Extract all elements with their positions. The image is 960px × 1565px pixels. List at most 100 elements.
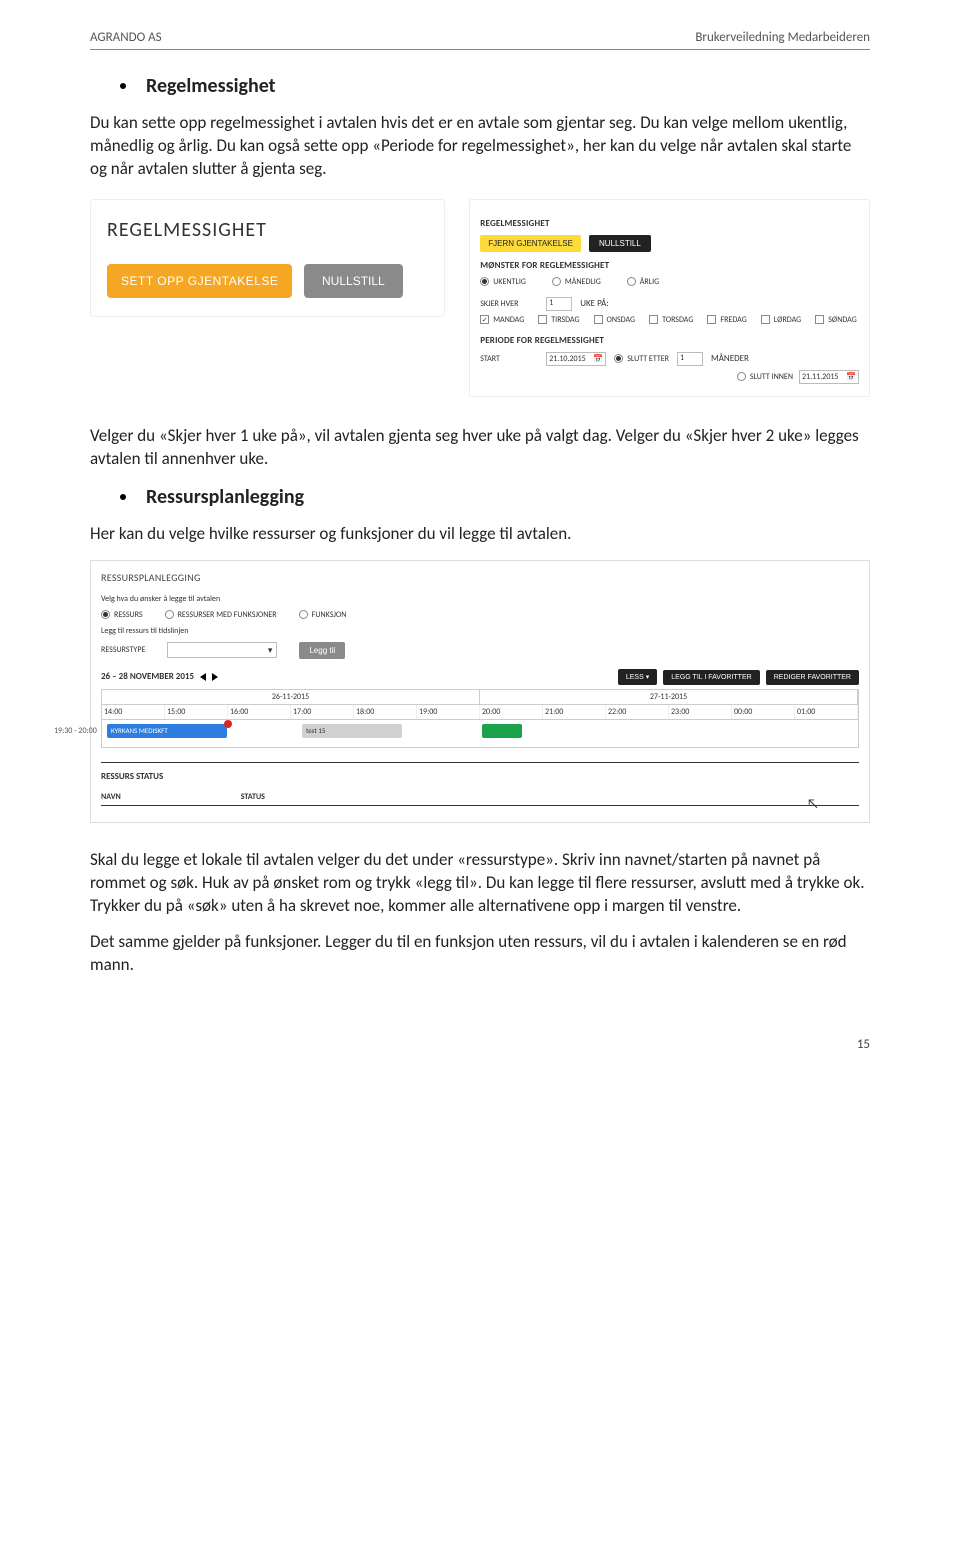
start-label: START [480,354,538,364]
radio-ressurs-func[interactable]: RESSURSER MED FUNKSJONER [165,610,277,620]
s2-para3: Det samme gjelder på funksjoner. Legger … [90,931,870,977]
resource-type-select[interactable]: ▾ [167,642,277,658]
radio-icon [299,610,308,619]
s1-para2: Velger du «Skjer hver 1 uke på», vil avt… [90,425,870,471]
radio-icon [737,372,746,381]
bullet-icon [120,83,126,89]
header-right: Brukerveiledning Medarbeideren [695,30,870,45]
day-mon[interactable]: ✓ MANDAG [480,315,524,325]
timeline-hour: 23:00 [669,705,732,719]
day-sat[interactable]: LØRDAG [761,315,801,325]
day-tue[interactable]: TIRSDAG [538,315,579,325]
end-unit-label: MÅNEDER [711,353,749,364]
radio-label: RESSURS [114,610,143,620]
radio-label: ÅRLIG [640,277,659,287]
checkbox-icon [707,315,716,324]
end-after-input[interactable]: 1 [677,352,703,366]
header-left: AGRANDO AS [90,30,162,45]
page-number: 15 [90,1037,870,1052]
edit-fav-button[interactable]: REDIGER FAVORITTER [766,670,859,685]
col-status: STATUS [241,792,265,802]
screenshot-regelmessighet-detail: REGELMESSIGHET FJERN GJENTAKELSE NULLSTI… [469,199,870,397]
reset-button-sm[interactable]: NULLSTILL [589,235,651,252]
section-title: Ressursplanlegging [146,485,304,509]
checkbox-icon: ✓ [480,315,489,324]
s2-para1: Her kan du velge hvilke ressurser og fun… [90,523,870,546]
timeline-hour: 20:00 [480,705,543,719]
pattern-label: MØNSTER FOR REGLEMESSIGHET [480,260,859,271]
calendar-icon: 📅 [593,354,603,364]
timeline-bar-blue[interactable]: KYRKANS MEDISKFT [107,724,227,738]
checkbox-icon [538,315,547,324]
chevron-right-icon[interactable] [212,673,218,681]
set-repeat-button[interactable]: SETT OPP GJENTAKELSE [107,264,292,298]
choose-what-label: Velg hva du ønsker å legge til avtalen [101,594,859,604]
radio-yearly[interactable]: ÅRLIG [627,277,659,287]
s1-para1: Du kan sette opp regelmessighet i avtale… [90,112,870,181]
date-value: 21.10.2015 [549,354,585,364]
add-fav-button[interactable]: LEGG TIL I FAVORITTER [663,670,759,685]
timeline-hour: 00:00 [732,705,795,719]
timeline-hour: 14:00 [102,705,165,719]
timeline-hour: 16:00 [228,705,291,719]
radio-funksjon[interactable]: FUNKSJON [299,610,347,620]
day-wed[interactable]: ONSDAG [594,315,636,325]
checkbox-icon [594,315,603,324]
radio-label: MÅNEDLIG [565,277,601,287]
radio-slutt-etter[interactable]: SLUTT ETTER [614,354,669,364]
reset-button[interactable]: NULLSTILL [304,264,403,298]
radio-label: SLUTT INNEN [750,372,793,382]
skjer-hver-label: SKJER HVER [480,299,538,309]
timeline-bar-green[interactable] [482,724,522,738]
date-range: 26 – 28 NOVEMBER 2015 [101,671,194,682]
timeline-hour: 15:00 [165,705,228,719]
calendar-icon: 📅 [846,372,856,382]
timeline-hour: 21:00 [543,705,606,719]
remove-repeat-button[interactable]: FJERN GJENTAKELSE [480,235,581,252]
day-label: MANDAG [493,315,524,325]
radio-weekly[interactable]: UKENTLIG [480,277,526,287]
timeline-bar-gray[interactable]: test 15 [302,724,402,738]
card1-title: REGELMESSIGHET [107,218,428,242]
timeline-hour: 18:00 [354,705,417,719]
radio-label: UKENTLIG [493,277,526,287]
add-button[interactable]: Legg til [299,642,345,659]
bullet-icon [120,494,126,500]
date-value: 21.11.2015 [802,372,838,382]
day-sun[interactable]: SØNDAG [815,315,857,325]
less-button[interactable]: LESS ▾ [618,669,657,685]
resource-type-label: RESSURSTYPE [101,645,145,655]
period-label: PERIODE FOR REGELMESSIGHET [480,335,859,346]
checkbox-icon [649,315,658,324]
radio-label: RESSURSER MED FUNKSJONER [178,610,277,620]
day-label: FREDAG [720,315,746,325]
section-ressursplanlegging-heading: Ressursplanlegging [120,485,870,509]
radio-icon [165,610,174,619]
radio-monthly[interactable]: MÅNEDLIG [552,277,601,287]
uke-paa-label: UKE PÅ: [580,298,608,309]
card2-title: REGELMESSIGHET [480,218,859,229]
checkbox-icon [815,315,824,324]
screenshot-regelmessighet-simple: REGELMESSIGHET SETT OPP GJENTAKELSE NULL… [90,199,445,317]
day-label: SØNDAG [828,315,857,325]
day-label: TORSDAG [662,315,693,325]
timeline-hour: 19:00 [417,705,480,719]
radio-icon [614,354,623,363]
checkbox-icon [761,315,770,324]
timeline-hour: 22:00 [606,705,669,719]
every-n-input[interactable]: 1 [546,297,572,311]
start-date-input[interactable]: 21.10.2015 📅 [546,352,606,366]
radio-icon [552,277,561,286]
timeline-hour: 17:00 [291,705,354,719]
day-thu[interactable]: TORSDAG [649,315,693,325]
day-label: ONSDAG [607,315,636,325]
card3-title: RESSURSPLANLEGGING [101,571,859,584]
end-by-date-input[interactable]: 21.11.2015 📅 [799,370,859,384]
screenshot-ressursplanlegging: RESSURSPLANLEGGING Velg hva du ønsker å … [90,560,870,823]
day-fri[interactable]: FREDAG [707,315,746,325]
radio-ressurs[interactable]: RESSURS [101,610,143,620]
timeline-hour: 01:00 [795,705,858,719]
row-time-label: 19:30 - 20:00 [54,726,97,736]
chevron-left-icon[interactable] [200,673,206,681]
radio-slutt-innen[interactable]: SLUTT INNEN [737,372,793,382]
